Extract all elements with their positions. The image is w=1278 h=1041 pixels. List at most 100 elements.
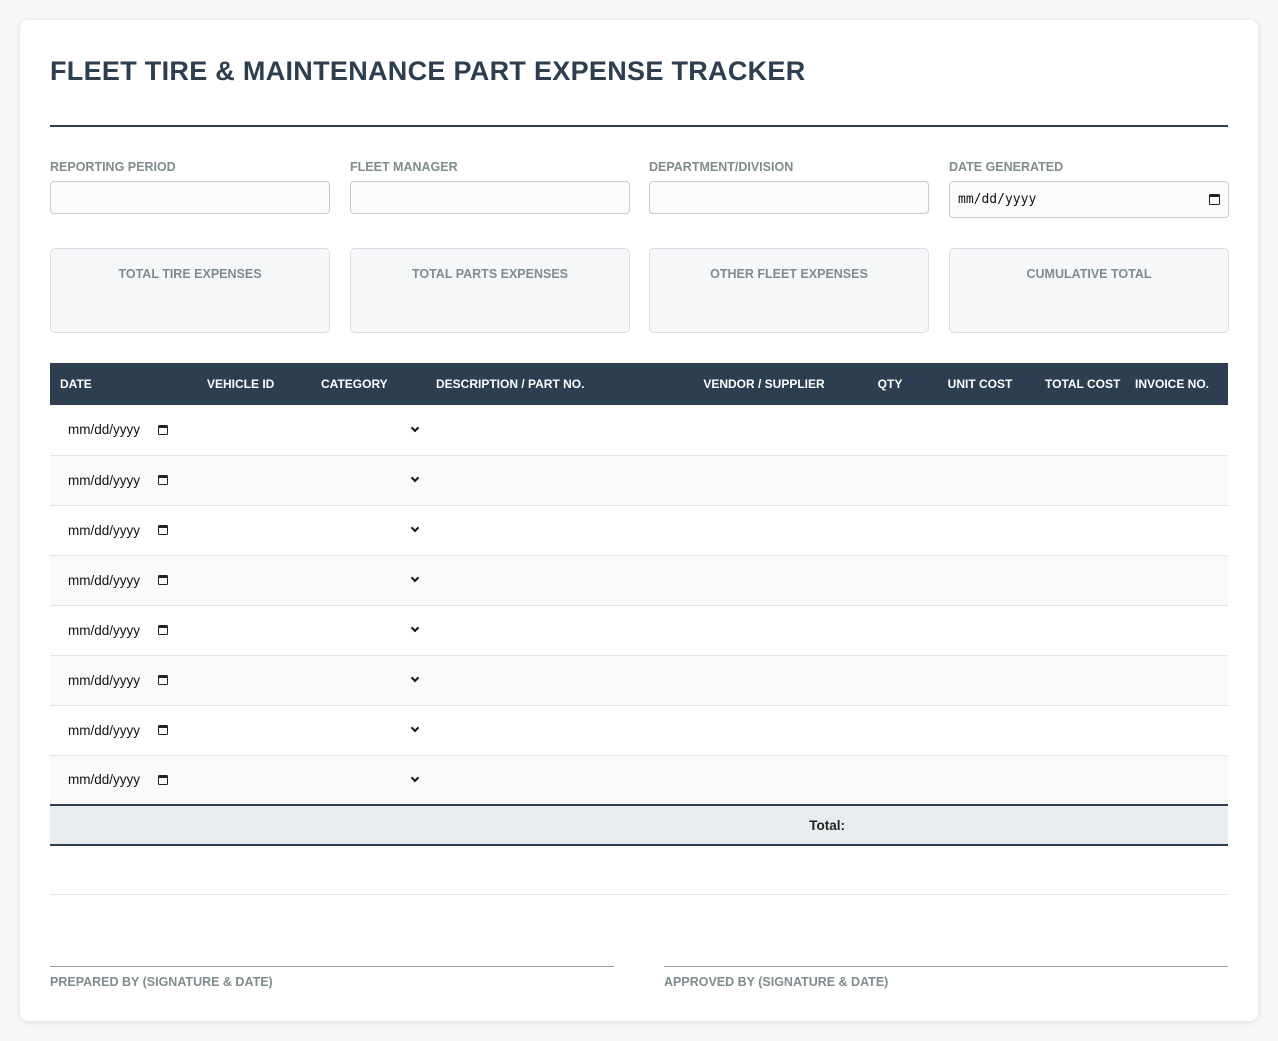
calendar-icon[interactable] — [158, 725, 169, 735]
qty-cell[interactable] — [855, 655, 925, 706]
qty-cell[interactable] — [855, 455, 925, 506]
category-select[interactable] — [311, 755, 426, 805]
qty-cell[interactable] — [855, 705, 925, 756]
table-row: mm/dd/yyyy — [50, 505, 1228, 556]
category-select[interactable] — [311, 455, 426, 506]
calendar-icon[interactable] — [158, 525, 169, 535]
vehicle-id-cell[interactable] — [197, 605, 311, 656]
date-input[interactable]: mm/dd/yyyy — [50, 555, 197, 606]
vendor-cell[interactable] — [673, 705, 855, 756]
unit-cost-cell[interactable] — [925, 705, 1035, 756]
invoice-cell[interactable] — [1125, 755, 1228, 805]
invoice-cell[interactable] — [1125, 555, 1228, 606]
date-input[interactable]: mm/dd/yyyy — [50, 755, 197, 805]
date-input[interactable]: mm/dd/yyyy — [50, 655, 197, 706]
description-cell[interactable] — [426, 455, 673, 506]
calendar-icon[interactable] — [1209, 194, 1220, 205]
chevron-down-icon[interactable] — [410, 673, 420, 683]
category-select[interactable] — [311, 705, 426, 756]
department-input[interactable] — [649, 181, 929, 214]
date-input[interactable]: mm/dd/yyyy — [50, 455, 197, 506]
vehicle-id-cell[interactable] — [197, 755, 311, 805]
category-select[interactable] — [311, 405, 426, 456]
total-cost-cell[interactable] — [1035, 405, 1125, 456]
prepared-by-signature[interactable]: PREPARED BY (SIGNATURE & DATE) — [50, 966, 614, 989]
date-input-value: mm/dd/yyyy — [68, 672, 141, 688]
unit-cost-cell[interactable] — [925, 455, 1035, 506]
qty-cell[interactable] — [855, 755, 925, 805]
vendor-cell[interactable] — [673, 405, 855, 456]
chevron-down-icon[interactable] — [410, 423, 420, 432]
vendor-cell[interactable] — [673, 505, 855, 556]
unit-cost-cell[interactable] — [925, 755, 1035, 805]
calendar-icon[interactable] — [158, 475, 169, 485]
total-cost-cell[interactable] — [1035, 755, 1125, 805]
total-cost-cell[interactable] — [1035, 655, 1125, 706]
description-cell[interactable] — [426, 605, 673, 656]
date-input[interactable]: mm/dd/yyyy — [50, 405, 197, 456]
vehicle-id-cell[interactable] — [197, 455, 311, 506]
total-cost-cell[interactable] — [1035, 605, 1125, 656]
calendar-icon[interactable] — [158, 675, 169, 685]
calendar-icon[interactable] — [158, 774, 169, 785]
qty-cell[interactable] — [855, 405, 925, 456]
vendor-cell[interactable] — [673, 755, 855, 805]
total-cost-cell[interactable] — [1035, 455, 1125, 506]
chevron-down-icon[interactable] — [410, 523, 420, 533]
description-cell[interactable] — [426, 655, 673, 706]
qty-cell[interactable] — [855, 555, 925, 606]
description-cell[interactable] — [426, 755, 673, 805]
unit-cost-cell[interactable] — [925, 405, 1035, 456]
vehicle-id-cell[interactable] — [197, 405, 311, 456]
invoice-cell[interactable] — [1125, 705, 1228, 756]
invoice-cell[interactable] — [1125, 455, 1228, 506]
unit-cost-cell[interactable] — [925, 605, 1035, 656]
col-header-vehicle-id: VEHICLE ID — [197, 363, 311, 405]
chevron-down-icon[interactable] — [410, 623, 420, 633]
date-input[interactable]: mm/dd/yyyy — [50, 505, 197, 556]
calendar-icon[interactable] — [158, 424, 169, 435]
date-input[interactable]: mm/dd/yyyy — [50, 705, 197, 756]
description-cell[interactable] — [426, 405, 673, 456]
description-cell[interactable] — [426, 705, 673, 756]
vehicle-id-cell[interactable] — [197, 555, 311, 606]
approved-by-signature[interactable]: APPROVED BY (SIGNATURE & DATE) — [664, 966, 1228, 989]
calendar-icon[interactable] — [158, 625, 169, 635]
chevron-down-icon[interactable] — [410, 723, 420, 733]
unit-cost-cell[interactable] — [925, 505, 1035, 556]
fleet-manager-input[interactable] — [350, 181, 630, 214]
reporting-period-input[interactable] — [50, 181, 330, 214]
invoice-cell[interactable] — [1125, 605, 1228, 656]
category-select[interactable] — [311, 555, 426, 606]
table-row: mm/dd/yyyy — [50, 655, 1228, 706]
unit-cost-cell[interactable] — [925, 655, 1035, 706]
vendor-cell[interactable] — [673, 555, 855, 606]
total-cost-cell[interactable] — [1035, 505, 1125, 556]
date-generated-input[interactable]: mm/dd/yyyy — [949, 181, 1229, 218]
table-row: mm/dd/yyyy — [50, 555, 1228, 606]
qty-cell[interactable] — [855, 505, 925, 556]
category-select[interactable] — [311, 655, 426, 706]
vehicle-id-cell[interactable] — [197, 655, 311, 706]
invoice-cell[interactable] — [1125, 505, 1228, 556]
unit-cost-cell[interactable] — [925, 555, 1035, 606]
invoice-cell[interactable] — [1125, 405, 1228, 456]
qty-cell[interactable] — [855, 605, 925, 656]
vendor-cell[interactable] — [673, 455, 855, 506]
category-select[interactable] — [311, 505, 426, 556]
total-cost-cell[interactable] — [1035, 555, 1125, 606]
category-select[interactable] — [311, 605, 426, 656]
total-cost-cell[interactable] — [1035, 705, 1125, 756]
vendor-cell[interactable] — [673, 605, 855, 656]
chevron-down-icon[interactable] — [410, 573, 420, 583]
chevron-down-icon[interactable] — [410, 773, 420, 782]
description-cell[interactable] — [426, 505, 673, 556]
vehicle-id-cell[interactable] — [197, 705, 311, 756]
date-input[interactable]: mm/dd/yyyy — [50, 605, 197, 656]
chevron-down-icon[interactable] — [410, 473, 420, 483]
description-cell[interactable] — [426, 555, 673, 606]
calendar-icon[interactable] — [158, 575, 169, 585]
vendor-cell[interactable] — [673, 655, 855, 706]
invoice-cell[interactable] — [1125, 655, 1228, 706]
vehicle-id-cell[interactable] — [197, 505, 311, 556]
